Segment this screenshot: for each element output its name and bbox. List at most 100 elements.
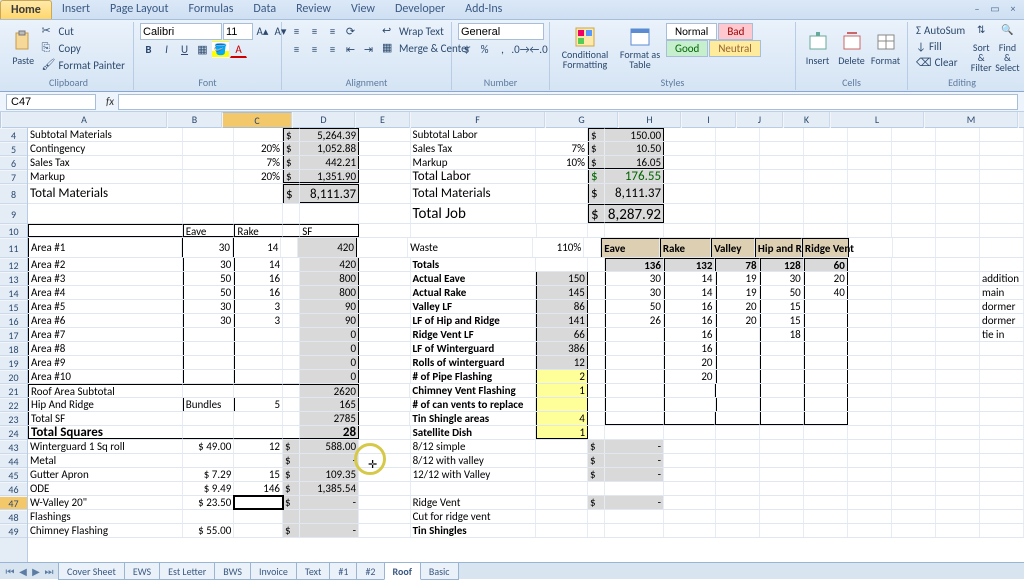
cell[interactable] xyxy=(664,482,716,495)
cell[interactable] xyxy=(716,426,760,439)
cell[interactable]: main xyxy=(980,286,1024,299)
cell[interactable] xyxy=(848,370,892,383)
cell[interactable] xyxy=(283,300,300,313)
cell[interactable] xyxy=(359,412,410,425)
cell[interactable]: 420 xyxy=(300,258,359,271)
cell[interactable]: 165 xyxy=(300,398,359,411)
cell[interactable]: $ xyxy=(283,482,300,495)
cell[interactable] xyxy=(804,142,848,155)
cell[interactable] xyxy=(588,398,605,411)
cell[interactable] xyxy=(892,286,936,299)
cell[interactable] xyxy=(892,412,936,425)
cell[interactable]: ODE xyxy=(28,482,183,495)
cell[interactable]: 1,385.54 xyxy=(300,482,359,495)
cell[interactable] xyxy=(804,426,848,439)
autosum-button[interactable]: ΣAutoSum xyxy=(914,23,967,38)
cell[interactable] xyxy=(716,142,760,155)
cell[interactable]: Rolls of winterguard xyxy=(411,356,537,369)
align-right-button[interactable]: ≡ xyxy=(324,41,341,58)
cell[interactable] xyxy=(892,224,936,237)
cell[interactable]: $ xyxy=(283,156,300,169)
cell[interactable]: 15 xyxy=(760,300,804,313)
cell[interactable]: LF of Hip and Ridge xyxy=(411,314,537,327)
cell[interactable]: - xyxy=(605,468,664,481)
cell[interactable] xyxy=(716,224,760,237)
border-button[interactable]: ▦ xyxy=(194,41,211,58)
row-header-4[interactable]: 4 xyxy=(0,128,27,142)
cell[interactable]: 19 xyxy=(716,272,760,285)
cell[interactable] xyxy=(893,238,937,257)
cell[interactable] xyxy=(760,384,804,397)
sheet-tab-1[interactable]: #1 xyxy=(329,563,357,580)
cell[interactable] xyxy=(936,454,980,467)
cell[interactable] xyxy=(980,440,1024,453)
cell[interactable] xyxy=(848,412,892,425)
cell[interactable] xyxy=(760,496,804,509)
cell[interactable]: $ 23.50 xyxy=(183,496,235,509)
cell[interactable] xyxy=(804,128,848,141)
row-header-23[interactable]: 23 xyxy=(0,412,27,426)
cell[interactable]: 0 xyxy=(300,328,359,341)
cell[interactable] xyxy=(716,524,760,537)
cell[interactable] xyxy=(234,128,283,141)
cell[interactable] xyxy=(283,272,300,285)
align-bottom-button[interactable]: ≡ xyxy=(324,23,341,40)
cell[interactable] xyxy=(936,412,980,425)
cell[interactable] xyxy=(848,224,892,237)
cell[interactable]: Metal xyxy=(28,454,183,467)
cell[interactable] xyxy=(760,204,804,223)
cell[interactable] xyxy=(588,384,605,397)
grow-font-button[interactable]: A▴ xyxy=(254,23,271,40)
cell[interactable]: Ridge Vent LF xyxy=(411,328,537,341)
cell[interactable] xyxy=(980,224,1024,237)
fill-color-button[interactable]: 🪣 xyxy=(212,41,229,58)
cell[interactable] xyxy=(804,184,848,203)
comma-button[interactable]: , xyxy=(494,41,511,58)
cell[interactable]: 30 xyxy=(760,272,804,285)
sheet-tab-ews[interactable]: EWS xyxy=(124,563,160,580)
cell[interactable]: 4 xyxy=(536,412,588,425)
cell[interactable]: 26 xyxy=(605,314,664,327)
cell[interactable]: 1,351.90 xyxy=(300,170,359,183)
cell[interactable] xyxy=(234,496,283,509)
cell[interactable]: 128 xyxy=(760,258,804,271)
row-header-45[interactable]: 45 xyxy=(0,468,27,482)
sort-filter-button[interactable]: ⇅Sort & Filter xyxy=(970,23,992,73)
cell[interactable]: $ xyxy=(283,184,300,203)
cell[interactable] xyxy=(848,184,892,203)
cell[interactable]: $ xyxy=(283,128,300,141)
cell[interactable] xyxy=(804,482,848,495)
col-header-K[interactable]: K xyxy=(783,112,830,128)
cell[interactable]: W-Valley 20" xyxy=(28,496,183,509)
cell[interactable]: 16 xyxy=(664,342,716,355)
cell[interactable] xyxy=(588,314,605,327)
cell[interactable] xyxy=(234,524,283,537)
cell[interactable] xyxy=(936,328,980,341)
cell[interactable] xyxy=(716,370,760,383)
cell[interactable]: 16.05 xyxy=(605,156,664,169)
cell[interactable] xyxy=(359,300,410,313)
col-header-D[interactable]: D xyxy=(292,112,355,128)
cell[interactable] xyxy=(936,468,980,481)
cell[interactable] xyxy=(234,342,283,355)
cell[interactable]: Sales Tax xyxy=(28,156,183,169)
cell[interactable]: 90 xyxy=(300,314,359,327)
cell[interactable] xyxy=(892,454,936,467)
cell[interactable] xyxy=(760,224,804,237)
col-header-A[interactable]: A xyxy=(1,112,167,128)
cell[interactable] xyxy=(760,426,804,439)
cell[interactable]: 50 xyxy=(183,286,235,299)
cell[interactable]: - xyxy=(605,454,664,467)
cell[interactable]: $ xyxy=(588,468,605,481)
cell[interactable] xyxy=(848,510,892,523)
cell[interactable]: 12 xyxy=(536,356,588,369)
cell[interactable]: 19 xyxy=(716,286,760,299)
cell[interactable]: Area #2 xyxy=(28,258,183,271)
cell[interactable]: 28 xyxy=(300,426,359,439)
cell[interactable]: $ xyxy=(588,128,605,141)
cell[interactable]: 30 xyxy=(605,272,664,285)
close-icon[interactable]: × xyxy=(1006,2,1020,14)
cell[interactable]: Area #7 xyxy=(28,328,183,341)
cell[interactable]: 14 xyxy=(233,238,281,257)
delete-cells-button[interactable]: Delete xyxy=(836,23,867,73)
